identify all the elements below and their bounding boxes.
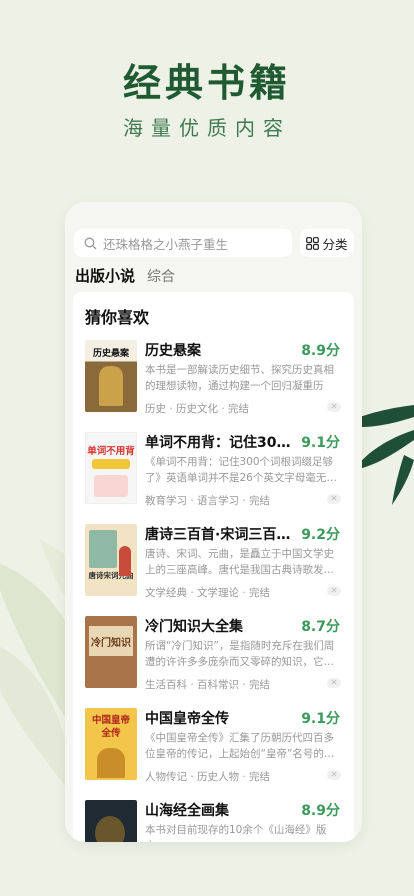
book-tags: 历史 · 历史文化 · 完结 <box>145 403 250 415</box>
dismiss-icon[interactable]: ✕ <box>327 402 341 412</box>
book-cover <box>85 800 137 842</box>
search-row: 还珠格格之小燕子重生 分类 <box>74 229 354 257</box>
book-score: 9.1分 <box>301 435 340 451</box>
hero-title: 经典书籍 <box>122 61 291 105</box>
book-description: 本书对目前现存的10余个《山海经》版本… <box>145 824 327 842</box>
book-tags: 文学经典 · 文学理论 · 完结 <box>145 587 271 599</box>
book-title: 中国皇帝全传 <box>145 711 229 727</box>
book-description: 唐诗、宋词、元曲，是矗立于中国文学史上的三座高峰。唐代是我国古典诗歌发… <box>145 548 334 576</box>
book-score: 8.9分 <box>301 803 340 819</box>
dismiss-icon[interactable]: ✕ <box>327 770 341 780</box>
book-cover: 单词不用背 <box>85 432 137 504</box>
book-item[interactable]: 冷门知识 冷门知识大全集 8.7分 所谓“冷门知识”，是指随时充斥在我们周遭的许… <box>73 614 354 706</box>
book-cover: 中国皇帝全传 <box>85 708 137 780</box>
book-title: 冷门知识大全集 <box>145 619 243 635</box>
search-icon <box>84 237 97 249</box>
search-placeholder: 还珠格格之小燕子重生 <box>103 236 229 252</box>
book-item[interactable]: 历史悬案 历史悬案 8.9分 本书是一部解读历史细节、探究历史真相的理想读物，通… <box>73 338 354 430</box>
dismiss-icon[interactable]: ✕ <box>327 586 341 596</box>
dismiss-icon[interactable]: ✕ <box>327 678 341 688</box>
book-cover: 冷门知识 <box>85 616 137 688</box>
book-description: 所谓“冷门知识”，是指随时充斥在我们周遭的许许多多庞杂而又零碎的知识，它… <box>145 640 335 668</box>
recommend-card: 猜你喜欢 历史悬案 历史悬案 8.9分 本书是一部解读历史细节、探究历史真相的理… <box>73 292 354 842</box>
tab-bar: 出版小说 综合 <box>75 265 175 286</box>
book-item[interactable]: 唐诗宋词元曲 唐诗三百首·宋词三百… 9.2分 唐诗、宋词、元曲，是矗立于中国文… <box>73 522 354 614</box>
search-input[interactable]: 还珠格格之小燕子重生 <box>74 229 292 257</box>
book-item[interactable]: 单词不用背 单词不用背：记住30… 9.1分 《单词不用背：记住300个词根词缀… <box>73 430 354 522</box>
book-cover: 唐诗宋词元曲 <box>85 524 137 596</box>
book-cover: 历史悬案 <box>85 340 137 412</box>
tab-published-novels[interactable]: 出版小说 <box>75 265 135 286</box>
book-score: 9.1分 <box>301 711 340 727</box>
book-title: 历史悬案 <box>145 343 201 359</box>
dismiss-icon[interactable]: ✕ <box>327 494 341 504</box>
book-list: 历史悬案 历史悬案 8.9分 本书是一部解读历史细节、探究历史真相的理想读物，通… <box>73 338 354 842</box>
category-button-label: 分类 <box>322 236 348 252</box>
tab-general[interactable]: 综合 <box>147 266 175 286</box>
book-description: 《中国皇帝全传》汇集了历朝历代四百多位皇帝的传记，上起始创“皇帝”名号的… <box>145 732 335 760</box>
app-preview-card: 还珠格格之小燕子重生 分类 出版小说 综合 猜你喜欢 历史悬案 历史悬案 8.9… <box>65 202 362 842</box>
book-score: 8.7分 <box>301 619 340 635</box>
section-title: 猜你喜欢 <box>85 308 150 327</box>
book-title: 唐诗三百首·宋词三百… <box>145 527 291 543</box>
book-title: 单词不用背：记住30… <box>145 435 291 451</box>
book-tags: 人物传记 · 历史人物 · 完结 <box>145 771 271 783</box>
hero-subtitle: 海量优质内容 <box>123 116 291 140</box>
book-tags: 教育学习 · 语言学习 · 完结 <box>145 495 271 507</box>
grid-icon <box>306 236 320 250</box>
book-item[interactable]: 中国皇帝全传 中国皇帝全传 9.1分 《中国皇帝全传》汇集了历朝历代四百多位皇帝… <box>73 706 354 798</box>
book-score: 8.9分 <box>301 343 340 359</box>
book-tags: 生活百科 · 百科常识 · 完结 <box>145 679 271 691</box>
book-title: 山海经全画集 <box>145 803 229 819</box>
book-score: 9.2分 <box>301 527 340 543</box>
category-button[interactable]: 分类 <box>300 229 354 257</box>
book-description: 本书是一部解读历史细节、探究历史真相的理想读物，通过构建一个回归凝重历史… <box>145 364 334 392</box>
book-item[interactable]: 山海经全画集 8.9分 本书对目前现存的10余个《山海经》版本… <box>73 798 354 842</box>
book-description: 《单词不用背：记住300个词根词缀足够了》英语单词并不是26个英文字母毫无… <box>145 456 337 484</box>
